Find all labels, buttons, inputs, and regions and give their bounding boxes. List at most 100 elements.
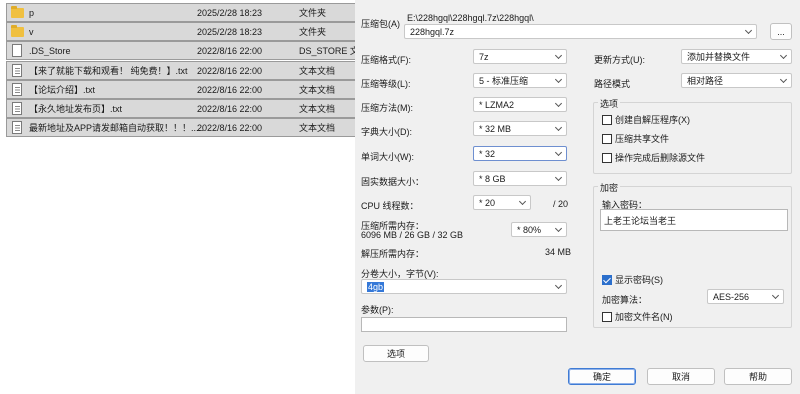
word-select[interactable]: * 32: [473, 146, 567, 161]
encrypt-names-checkbox[interactable]: 加密文件名(N): [602, 310, 673, 323]
archive-name-combo[interactable]: 228hgql.7z: [404, 24, 757, 39]
path-value: 相对路径: [687, 76, 724, 86]
chevron-down-icon: [744, 26, 753, 35]
shared-files-label: 压缩共享文件: [615, 134, 670, 144]
file-type: 文件夹: [299, 8, 327, 18]
archive-name-value: 228hgql.7z: [410, 26, 455, 37]
text-file-icon: [10, 64, 24, 78]
file-row[interactable]: p 2025/2/28 18:23 文件夹: [6, 3, 355, 22]
file-row[interactable]: .DS_Store 2022/8/16 22:00 DS_STORE 文: [6, 41, 355, 60]
encryption-group-title: 加密: [598, 181, 621, 194]
cpu-value: * 20: [479, 197, 496, 208]
format-select[interactable]: 7z: [473, 49, 567, 64]
volume-value: 4gb: [367, 281, 385, 292]
update-select[interactable]: 添加并替换文件: [681, 49, 792, 64]
sfx-label: 创建自解压程序(X): [615, 115, 690, 125]
show-password-checkbox[interactable]: 显示密码(S): [602, 273, 663, 286]
file-date: 2025/2/28 18:23: [197, 26, 263, 37]
file-row[interactable]: 最新地址及APP请发邮箱自动获取！！！..... 2022/8/16 22:00 文…: [6, 118, 355, 137]
options-button[interactable]: 选项: [363, 345, 429, 362]
file-row[interactable]: v 2025/2/28 18:23 文件夹: [6, 22, 355, 41]
cpu-select[interactable]: * 20: [473, 195, 531, 210]
file-row[interactable]: 【永久地址发布页】.txt 2022/8/16 22:00 文本文档: [6, 99, 355, 118]
checkbox-box[interactable]: [602, 152, 612, 163]
chevron-down-icon: [518, 197, 527, 206]
format-value: 7z: [479, 51, 489, 62]
dict-label: 字典大小(D):: [361, 127, 412, 137]
shared-files-checkbox[interactable]: 压缩共享文件: [602, 132, 669, 145]
chevron-down-icon: [771, 291, 780, 300]
file-name: p: [29, 7, 35, 18]
level-select[interactable]: 5 - 标准压缩: [473, 73, 567, 88]
params-label: 参数(P):: [361, 305, 394, 315]
add-to-archive-dialog: 压缩包(A) E:\228hgql\228hgql.7z\228hgql\ 22…: [355, 0, 800, 394]
browse-button[interactable]: ...: [770, 23, 792, 40]
file-date: 2022/8/16 22:00: [197, 103, 263, 114]
file-row[interactable]: 【论坛介绍】.txt 2022/8/16 22:00 文本文档: [6, 80, 355, 99]
chevron-down-icon: [554, 75, 563, 84]
file-explorer: p 2025/2/28 18:23 文件夹 v 2025/2/28 18:23 文件夹 .D…: [0, 0, 355, 394]
update-label: 更新方式(U):: [594, 55, 645, 65]
chevron-down-icon: [554, 99, 563, 108]
file-name: .DS_Store: [29, 45, 71, 56]
level-value: 5 - 标准压缩: [479, 76, 529, 86]
update-value: 添加并替换文件: [687, 52, 751, 62]
checkbox-checked[interactable]: [602, 274, 612, 285]
file-date: 2022/8/16 22:00: [197, 122, 263, 133]
word-label: 单词大小(W):: [361, 152, 414, 162]
show-password-label: 显示密码(S): [615, 275, 663, 285]
encrypt-names-label: 加密文件名(N): [615, 312, 673, 322]
chevron-down-icon: [554, 173, 563, 182]
text-file-icon: [10, 121, 24, 135]
checkbox-box[interactable]: [602, 133, 612, 144]
file-row[interactable]: 【来了就能下载和观看！ 纯免费！】.txt 2022/8/16 22:00 文本文档: [6, 61, 355, 80]
help-button[interactable]: 帮助: [724, 368, 792, 385]
method-value: * LZMA2: [479, 99, 515, 110]
file-type: 文本文档: [299, 85, 336, 95]
chevron-down-icon: [554, 123, 563, 132]
archive-path: E:\228hgql\228hgql.7z\228hgql\: [407, 13, 534, 23]
delete-after-checkbox[interactable]: 操作完成后删除源文件: [602, 151, 705, 164]
sfx-checkbox[interactable]: 创建自解压程序(X): [602, 113, 690, 126]
cancel-button[interactable]: 取消: [647, 368, 715, 385]
method-select[interactable]: * LZMA2: [473, 97, 567, 112]
params-input[interactable]: [361, 317, 567, 332]
file-name: v: [29, 26, 34, 37]
volume-combo[interactable]: 4gb: [361, 279, 567, 294]
encrypt-method-select[interactable]: AES-256: [707, 289, 784, 304]
file-date: 2022/8/16 22:00: [197, 45, 263, 56]
chevron-down-icon: [554, 51, 563, 60]
file-date: 2025/2/28 18:23: [197, 7, 263, 18]
file-icon: [10, 44, 24, 58]
path-select[interactable]: 相对路径: [681, 73, 792, 88]
folder-icon: [10, 5, 24, 20]
dict-select[interactable]: * 32 MB: [473, 121, 567, 136]
file-name: 【来了就能下载和观看！ 纯免费！】.txt: [29, 66, 188, 76]
ok-button[interactable]: 确定: [568, 368, 636, 385]
file-name: 【永久地址发布页】.txt: [29, 104, 123, 114]
mem-compress-select[interactable]: * 80%: [511, 222, 567, 237]
chevron-down-icon: [779, 51, 788, 60]
file-date: 2022/8/16 22:00: [197, 84, 263, 95]
solid-value: * 8 GB: [479, 173, 506, 184]
file-type: 文本文档: [299, 104, 336, 114]
mem-compress-detail: 6096 MB / 26 GB / 32 GB: [361, 230, 464, 240]
chevron-down-icon: [554, 148, 563, 157]
encrypt-method-value: AES-256: [713, 291, 750, 302]
options-group-title: 选项: [598, 97, 621, 110]
password-input[interactable]: 上老王论坛当老王: [600, 209, 788, 231]
checkbox-box[interactable]: [602, 311, 612, 322]
solid-select[interactable]: * 8 GB: [473, 171, 567, 186]
mem-decompress-value: 34 MB: [545, 247, 572, 257]
mem-compress-value: * 80%: [517, 224, 542, 235]
chevron-down-icon: [554, 224, 563, 233]
text-file-icon: [10, 102, 24, 116]
checkbox-box[interactable]: [602, 114, 612, 125]
file-type: 文件夹: [299, 27, 327, 37]
cpu-total: / 20: [553, 199, 569, 209]
file-name: 【论坛介绍】.txt: [29, 85, 96, 95]
dict-value: * 32 MB: [479, 123, 512, 134]
mem-decompress-label: 解压所需内存：: [361, 249, 425, 259]
method-label: 压缩方法(M):: [361, 103, 413, 113]
file-type: 文本文档: [299, 123, 336, 133]
